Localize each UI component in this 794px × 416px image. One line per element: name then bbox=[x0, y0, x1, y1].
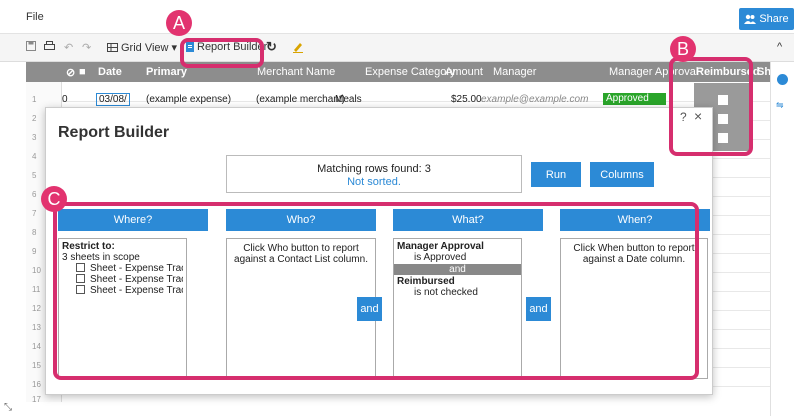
column-amount[interactable]: Amount bbox=[445, 66, 483, 78]
column-header-row: ⊘ ■ Date Primary Merchant Name Expense C… bbox=[26, 62, 771, 82]
row-number: 2 bbox=[32, 114, 37, 123]
highlight-icon[interactable] bbox=[292, 41, 304, 53]
matching-rows-box: Matching rows found: 3 Not sorted. bbox=[226, 155, 522, 193]
row1-category[interactable]: Meals bbox=[335, 94, 362, 105]
grid-view-button[interactable]: Grid View ▾ bbox=[107, 41, 177, 54]
callout-a-badge: A bbox=[166, 10, 192, 36]
activity-icon[interactable]: ⇋ bbox=[776, 100, 784, 111]
attachment-icon: ⊘ bbox=[66, 67, 76, 79]
row-number: 14 bbox=[32, 342, 41, 351]
row1-manager[interactable]: example@example.com bbox=[481, 94, 588, 105]
share-label: Share bbox=[759, 13, 789, 25]
callout-c-frame bbox=[53, 202, 699, 380]
redo-icon[interactable]: ↷ bbox=[82, 41, 91, 54]
sort-status: Not sorted. bbox=[347, 176, 401, 188]
row-number: 17 bbox=[32, 395, 41, 404]
column-manager[interactable]: Manager bbox=[493, 66, 536, 78]
row1-merchant[interactable]: (example merchant) bbox=[256, 94, 345, 105]
refresh-icon[interactable]: ↻ bbox=[266, 39, 277, 55]
row-number: 11 bbox=[32, 285, 41, 294]
grid-icon bbox=[107, 43, 118, 52]
callout-b-badge: B bbox=[670, 36, 696, 62]
row1-count: 0 bbox=[62, 94, 68, 105]
file-menu[interactable]: File bbox=[26, 11, 44, 23]
row-number: 7 bbox=[32, 209, 37, 218]
row-number: 5 bbox=[32, 171, 37, 180]
share-button[interactable]: Share bbox=[739, 8, 794, 30]
row-number: 12 bbox=[32, 304, 41, 313]
row-number: 8 bbox=[32, 228, 37, 237]
column-merchant[interactable]: Merchant Name bbox=[257, 66, 335, 78]
row-number: 10 bbox=[32, 266, 41, 275]
collapse-icon[interactable]: ^ bbox=[777, 41, 782, 53]
column-date[interactable]: Date bbox=[98, 66, 122, 78]
expand-icon[interactable]: ⤡ bbox=[4, 402, 12, 413]
column-category[interactable]: Expense Category bbox=[365, 66, 456, 78]
callout-a-frame bbox=[180, 38, 264, 68]
columns-button[interactable]: Columns bbox=[590, 162, 654, 187]
callout-c-badge: C bbox=[41, 186, 67, 212]
row-number: 1 bbox=[32, 95, 37, 104]
globe-icon[interactable] bbox=[777, 74, 788, 85]
row-number: 4 bbox=[32, 152, 37, 161]
right-rail: ⇋ bbox=[770, 62, 794, 416]
run-button[interactable]: Run bbox=[531, 162, 581, 187]
row-number: 9 bbox=[32, 247, 37, 256]
row-number: 6 bbox=[32, 190, 37, 199]
row1-amount[interactable]: $25.00 bbox=[451, 94, 482, 105]
callout-b-frame bbox=[669, 57, 753, 156]
save-icon[interactable] bbox=[26, 41, 36, 51]
dialog-title: Report Builder bbox=[58, 124, 170, 141]
chevron-down-icon: ▾ bbox=[171, 42, 178, 54]
column-sh[interactable]: Sh bbox=[757, 66, 771, 78]
row-number: 13 bbox=[32, 323, 41, 332]
column-primary[interactable]: Primary bbox=[146, 66, 187, 78]
comment-icon: ■ bbox=[79, 66, 86, 78]
print-icon[interactable] bbox=[44, 41, 55, 51]
undo-icon[interactable]: ↶ bbox=[64, 41, 73, 54]
row1-date[interactable]: 03/08/ bbox=[96, 93, 130, 106]
row1-approval[interactable]: Approved bbox=[603, 93, 666, 105]
users-icon bbox=[744, 14, 757, 24]
row-number: 3 bbox=[32, 133, 37, 142]
row-number: 15 bbox=[32, 361, 41, 370]
menu-bar: File Share bbox=[0, 0, 794, 34]
matching-rows-text: Matching rows found: 3 bbox=[317, 163, 431, 175]
row1-primary[interactable]: (example expense) bbox=[146, 94, 231, 105]
grid-view-label: Grid View bbox=[121, 41, 169, 54]
row-number: 16 bbox=[32, 380, 41, 389]
